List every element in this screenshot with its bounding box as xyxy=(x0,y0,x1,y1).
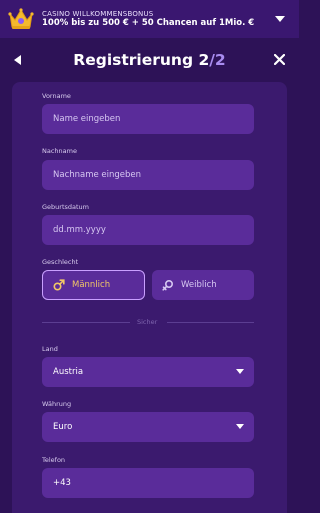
page-title-text: Registrierung 2 xyxy=(73,51,210,69)
female-symbol-icon xyxy=(162,279,174,291)
chevron-down-icon xyxy=(236,369,244,374)
country-label: Land xyxy=(42,345,58,353)
country-value: Austria xyxy=(53,367,84,377)
crown-icon xyxy=(8,8,34,29)
chevron-down-icon xyxy=(236,424,244,429)
birth-date-field[interactable]: dd.mm.yyyy xyxy=(42,215,254,245)
divider-line-right xyxy=(167,322,254,323)
phone-field[interactable]: +43 xyxy=(42,468,254,498)
gender-label: Geschlecht xyxy=(42,258,79,266)
country-select[interactable]: Austria xyxy=(42,357,254,387)
gender-option-female[interactable]: Weiblich xyxy=(152,270,254,300)
birth-date-label: Geburtsdatum xyxy=(42,203,89,211)
step-total: 2 xyxy=(214,51,226,69)
secure-divider-label: Sicher xyxy=(137,318,158,326)
page-header: Registrierung 2/2 xyxy=(0,42,299,78)
chevron-down-icon[interactable] xyxy=(271,10,289,28)
back-arrow-icon[interactable] xyxy=(10,52,26,68)
currency-label: Währung xyxy=(42,400,72,408)
gender-option-male[interactable]: Männlich xyxy=(42,270,145,300)
currency-value: Euro xyxy=(53,422,73,432)
first-name-label: Vorname xyxy=(42,92,71,100)
first-name-field[interactable]: Name eingeben xyxy=(42,104,254,134)
gender-option-male-label: Männlich xyxy=(72,280,111,290)
last-name-label: Nachname xyxy=(42,147,77,155)
male-symbol-icon xyxy=(53,279,65,291)
promo-banner-label: CASINO WILLKOMMENSBONUS xyxy=(42,9,154,18)
promo-banner-offer: 100% bis zu 500 € + 50 Chancen auf 1Mio.… xyxy=(42,17,255,28)
last-name-field[interactable]: Nachname eingeben xyxy=(42,160,254,190)
currency-select[interactable]: Euro xyxy=(42,412,254,442)
phone-label: Telefon xyxy=(42,456,66,464)
divider-line-left xyxy=(42,322,130,323)
gender-option-female-label: Weiblich xyxy=(181,280,217,290)
promo-banner[interactable]: CASINO WILLKOMMENSBONUS 100% bis zu 500 … xyxy=(0,0,299,38)
page-title: Registrierung 2/2 xyxy=(73,51,225,69)
close-icon[interactable] xyxy=(271,51,287,67)
